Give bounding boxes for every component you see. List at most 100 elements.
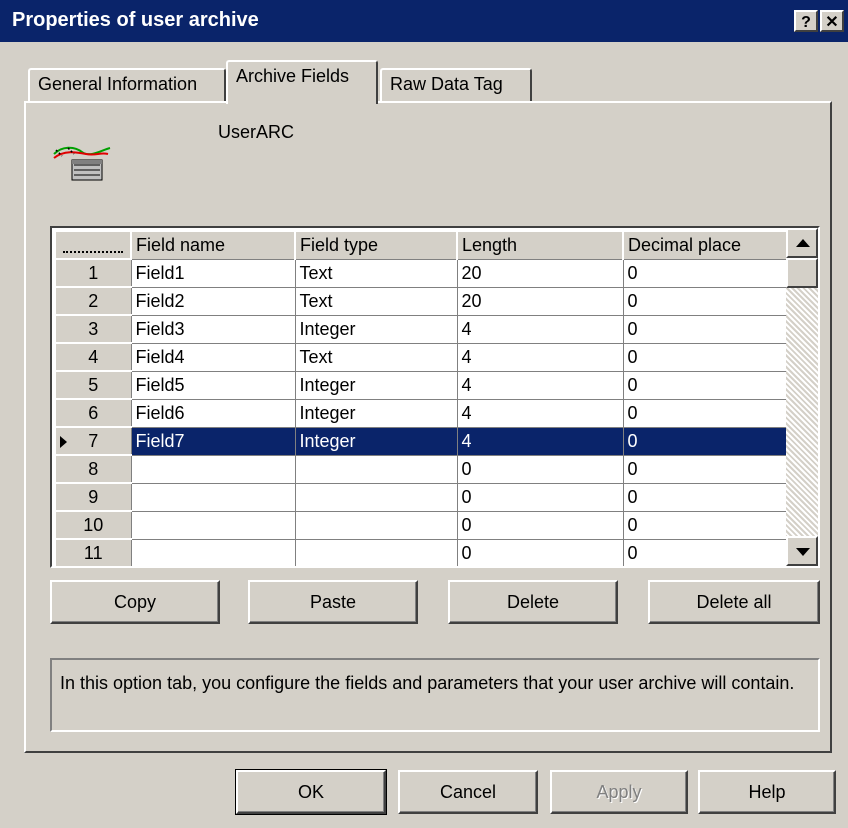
table-row[interactable]: 11 0 0 — [54, 538, 790, 566]
cancel-button[interactable]: Cancel — [398, 770, 538, 814]
cell-field-name[interactable] — [130, 454, 296, 484]
cell-field-type[interactable] — [294, 538, 458, 566]
cell-decimal-place[interactable]: 0 — [622, 342, 790, 372]
table-row[interactable]: 3 Field3 Integer 4 0 — [54, 314, 790, 344]
delete-button[interactable]: Delete — [448, 580, 618, 624]
table-row[interactable]: 2 Field2 Text 20 0 — [54, 286, 790, 316]
row-header[interactable]: 1 — [54, 258, 132, 288]
row-header[interactable]: 6 — [54, 398, 132, 428]
cell-length[interactable]: 4 — [456, 398, 624, 428]
scroll-thumb[interactable] — [786, 258, 818, 288]
table-row[interactable]: 7 Field7 Integer 4 0 — [54, 426, 790, 456]
tab-general-information[interactable]: General Information — [28, 68, 226, 102]
ok-button[interactable]: OK — [235, 769, 387, 815]
vertical-scrollbar[interactable] — [786, 228, 818, 566]
row-number: 7 — [88, 430, 99, 451]
apply-button[interactable]: Apply — [550, 770, 688, 814]
row-header[interactable]: 9 — [54, 482, 132, 512]
cell-field-name[interactable]: Field6 — [130, 398, 296, 428]
cell-decimal-place[interactable]: 0 — [622, 258, 790, 288]
row-number: 2 — [88, 290, 99, 311]
table-row[interactable]: 4 Field4 Text 4 0 — [54, 342, 790, 372]
table-row[interactable]: 8 00 — [54, 454, 790, 484]
column-header-length[interactable]: Length — [456, 230, 624, 260]
cell-field-type[interactable]: Integer — [294, 370, 458, 400]
cell-length[interactable]: 4 — [456, 342, 624, 372]
cell-length[interactable]: 0 — [456, 482, 624, 512]
cell-field-name[interactable]: Field2 — [130, 286, 296, 316]
help-button[interactable]: Help — [698, 770, 836, 814]
cell-field-type[interactable]: Text — [294, 258, 458, 288]
paste-button[interactable]: Paste — [248, 580, 418, 624]
cell-field-name[interactable] — [130, 510, 296, 540]
cell-length[interactable]: 20 — [456, 286, 624, 316]
cell-field-type[interactable]: Integer — [294, 398, 458, 428]
user-archive-icon — [53, 146, 111, 181]
table-row[interactable]: 6 Field6 Integer 4 0 — [54, 398, 790, 428]
cell-decimal-place[interactable]: 0 — [622, 314, 790, 344]
cell-length[interactable]: 4 — [456, 426, 624, 456]
scroll-down-button[interactable] — [786, 536, 818, 566]
cell-length[interactable]: 4 — [456, 314, 624, 344]
cell-length[interactable]: 20 — [456, 258, 624, 288]
current-row-arrow-icon — [60, 436, 67, 448]
cell-field-type[interactable]: Text — [294, 286, 458, 316]
row-header[interactable]: 7 — [54, 426, 132, 456]
cell-field-type[interactable]: Text — [294, 342, 458, 372]
row-number: 6 — [88, 402, 99, 423]
cell-field-type[interactable]: Integer — [294, 314, 458, 344]
column-header-decimal-place[interactable]: Decimal place — [622, 230, 790, 260]
table-row[interactable]: 10 0 0 — [54, 510, 790, 540]
archive-name: UserARC — [218, 122, 295, 142]
cell-field-name[interactable] — [130, 538, 296, 566]
help-icon[interactable]: ? — [794, 10, 818, 32]
column-header-field-type[interactable]: Field type — [294, 230, 458, 260]
cell-length[interactable]: 0 — [456, 538, 624, 566]
delete-all-button[interactable]: Delete all — [648, 580, 820, 624]
cell-field-name[interactable]: Field3 — [130, 314, 296, 344]
row-header[interactable]: 4 — [54, 342, 132, 372]
row-header[interactable]: 3 — [54, 314, 132, 344]
fields-table: Field name Field type Length Decimal pla… — [54, 230, 790, 566]
cell-decimal-place[interactable]: 0 — [622, 398, 790, 428]
archive-fields-grid[interactable]: Field name Field type Length Decimal pla… — [50, 226, 820, 568]
row-header[interactable]: 5 — [54, 370, 132, 400]
cell-decimal-place[interactable]: 0 — [622, 538, 790, 566]
cell-decimal-place[interactable]: 0 — [622, 426, 790, 456]
cell-field-type[interactable] — [294, 454, 458, 484]
row-number: 10 — [83, 514, 104, 535]
row-header[interactable]: 8 — [54, 454, 132, 484]
cell-decimal-place[interactable]: 0 — [622, 510, 790, 540]
row-number: 3 — [88, 318, 99, 339]
cell-decimal-place[interactable]: 0 — [622, 454, 790, 484]
cell-length[interactable]: 0 — [456, 510, 624, 540]
cell-decimal-place[interactable]: 0 — [622, 286, 790, 316]
grid-corner-header[interactable] — [54, 230, 132, 260]
cell-decimal-place[interactable]: 0 — [622, 482, 790, 512]
table-row[interactable]: 9 00 — [54, 482, 790, 512]
title-bar: Properties of user archive ? ✕ — [0, 0, 848, 42]
cell-field-name[interactable]: Field7 — [130, 426, 296, 456]
table-row[interactable]: 1 Field1 Text 20 0 — [54, 258, 790, 288]
cell-field-name[interactable]: Field5 — [130, 370, 296, 400]
cell-field-type[interactable] — [294, 482, 458, 512]
cell-length[interactable]: 0 — [456, 454, 624, 484]
cell-field-type[interactable]: Integer — [294, 426, 458, 456]
copy-button[interactable]: Copy — [50, 580, 220, 624]
cell-field-name[interactable] — [130, 482, 296, 512]
scroll-up-button[interactable] — [786, 228, 818, 258]
cell-length[interactable]: 4 — [456, 370, 624, 400]
column-header-field-name[interactable]: Field name — [130, 230, 296, 260]
cell-field-type[interactable] — [294, 510, 458, 540]
cell-decimal-place[interactable]: 0 — [622, 370, 790, 400]
corner-dots — [63, 249, 123, 253]
cell-field-name[interactable]: Field1 — [130, 258, 296, 288]
row-header[interactable]: 10 — [54, 510, 132, 540]
tab-archive-fields[interactable]: Archive Fields — [226, 60, 378, 104]
row-header[interactable]: 2 — [54, 286, 132, 316]
cell-field-name[interactable]: Field4 — [130, 342, 296, 372]
tab-raw-data-tag[interactable]: Raw Data Tag — [380, 68, 532, 102]
table-row[interactable]: 5 Field5 Integer 4 0 — [54, 370, 790, 400]
row-header[interactable]: 11 — [54, 538, 132, 566]
close-icon[interactable]: ✕ — [820, 10, 844, 32]
